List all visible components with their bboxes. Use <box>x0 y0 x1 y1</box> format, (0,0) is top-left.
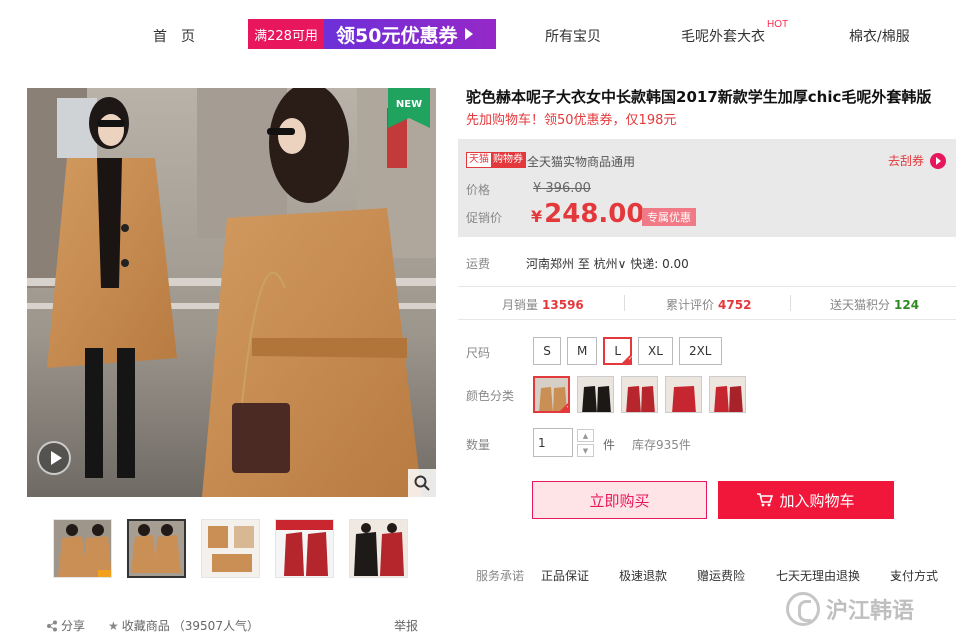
size-option-xl[interactable]: XL <box>638 337 673 365</box>
tmall-voucher-tag: 天猫 购物券 <box>466 152 526 168</box>
product-subtitle: 先加购物车！领50优惠券，仅198元 <box>466 113 677 128</box>
quantity-label: 数量 <box>466 438 491 452</box>
promo-price-value: 248.00 <box>544 199 645 229</box>
add-to-cart-label: 加入购物车 <box>779 491 855 510</box>
stats-row: 月销量 13596 累计评价 4752 送天猫积分 124 <box>458 286 956 320</box>
top-navigation: 首页 满228可用 领50元优惠券 所有宝贝 毛呢外套大衣 HOT 棉衣/棉服 <box>0 0 966 68</box>
cart-icon <box>757 493 774 507</box>
coupon-offer-label: 领50元优惠券 <box>324 19 496 49</box>
divider <box>790 295 791 311</box>
color-option-wine[interactable] <box>665 376 702 413</box>
chevron-down-icon: ⌄ <box>890 567 901 581</box>
size-option-l-label: L <box>614 344 622 358</box>
promise-shipping-insurance[interactable]: 赠运费险 <box>697 567 745 584</box>
quantity-increase-button[interactable]: ▲ <box>577 429 594 442</box>
original-price: ¥ 396.00 <box>533 181 591 196</box>
color-options <box>533 376 746 413</box>
thumbnail-3[interactable] <box>201 519 260 578</box>
points-value: 124 <box>894 298 920 312</box>
selected-check-icon <box>559 402 568 411</box>
new-badge-text: NEW <box>396 99 422 110</box>
favorite-label: 收藏商品 <box>121 619 170 633</box>
divider <box>624 295 625 311</box>
product-photo <box>27 88 436 497</box>
monthly-sales-value: 13596 <box>542 298 584 312</box>
thumbnail-strip <box>53 519 408 578</box>
size-label: 尺码 <box>466 346 491 360</box>
thumbnail-4[interactable] <box>275 519 334 578</box>
main-product-image[interactable]: NEW <box>27 88 436 497</box>
shipping-label: 运费 <box>466 257 491 271</box>
price-box: 天猫 购物券 全天猫实物商品通用 去刮券 价格 ¥ 396.00 促销价 ¥24… <box>458 139 956 237</box>
report-link[interactable]: 举报 <box>394 617 418 634</box>
share-button[interactable]: 分享 <box>46 617 85 634</box>
play-arrow-icon <box>465 28 474 40</box>
arrow-right-icon <box>930 152 946 169</box>
size-option-l[interactable]: L <box>603 337 633 365</box>
color-option-camel[interactable] <box>533 376 570 413</box>
nav-home-link[interactable]: 首页 <box>153 26 209 46</box>
promise-label: 服务承诺 <box>476 569 525 583</box>
monthly-sales: 月销量 13596 <box>502 296 584 313</box>
favorite-button[interactable]: ★ 收藏商品 （39507人气） <box>108 617 259 634</box>
promise-authentic[interactable]: 正品保证 <box>541 567 589 584</box>
coupon-banner[interactable]: 满228可用 领50元优惠券 <box>248 19 496 49</box>
watermark-logo-icon <box>786 592 820 626</box>
coupon-offer-text: 领50元优惠券 <box>336 24 458 47</box>
grab-coupon-button[interactable]: 去刮券 <box>888 152 946 169</box>
nav-wool-coat-link[interactable]: 毛呢外套大衣 <box>681 26 765 46</box>
popularity-count: （39507人气） <box>172 619 259 633</box>
coupon-threshold-label: 满228可用 <box>248 19 324 49</box>
voucher-tag-label: 购物券 <box>491 153 525 167</box>
size-option-s[interactable]: S <box>533 337 561 365</box>
price-label: 价格 <box>466 183 491 197</box>
hot-badge: HOT <box>767 19 789 30</box>
promise-fast-refund[interactable]: 极速退款 <box>619 567 667 584</box>
share-icon <box>47 620 57 631</box>
color-option-black[interactable] <box>577 376 614 413</box>
thumbnail-5[interactable] <box>349 519 408 578</box>
reviews-label: 累计评价 <box>666 298 715 312</box>
size-option-2xl[interactable]: 2XL <box>678 337 722 365</box>
new-badge: NEW <box>388 88 430 128</box>
share-label: 分享 <box>61 619 86 633</box>
voucher-description: 全天猫实物商品通用 <box>527 155 636 169</box>
color-label: 颜色分类 <box>466 389 515 403</box>
tmall-points: 送天猫积分 124 <box>830 296 919 313</box>
size-option-m[interactable]: M <box>567 337 598 365</box>
shipping-value[interactable]: 河南郑州 至 杭州∨ 快递: 0.00 <box>526 255 689 272</box>
total-reviews[interactable]: 累计评价 4752 <box>666 296 751 313</box>
currency-symbol: ¥ <box>531 207 543 226</box>
points-label: 送天猫积分 <box>830 298 891 312</box>
thumbnail-1[interactable] <box>53 519 112 578</box>
buy-now-button[interactable]: 立即购买 <box>532 481 707 519</box>
quantity-decrease-button[interactable]: ▼ <box>577 444 594 457</box>
play-video-button[interactable] <box>37 441 71 475</box>
quantity-unit: 件 <box>603 438 616 452</box>
star-icon: ★ <box>108 618 119 633</box>
magnifier-icon <box>414 475 430 491</box>
color-option-crimson[interactable] <box>709 376 746 413</box>
tmall-tag-label: 天猫 <box>467 153 491 167</box>
watermark-text: 沪江韩语 <box>826 599 915 624</box>
watermark: 沪江韩语 <box>786 592 914 626</box>
size-options: S M L XL 2XL <box>533 337 722 365</box>
quantity-input[interactable] <box>533 428 573 457</box>
monthly-sales-label: 月销量 <box>502 298 539 312</box>
promo-price: ¥248.00 <box>531 199 644 229</box>
nav-all-items-link[interactable]: 所有宝贝 <box>545 26 601 46</box>
add-to-cart-button[interactable]: 加入购物车 <box>718 481 894 519</box>
nav-cotton-link[interactable]: 棉衣/棉服 <box>849 26 910 46</box>
promise-seven-day-return[interactable]: 七天无理由退换 <box>776 567 860 584</box>
stock-count: 库存935件 <box>632 438 691 452</box>
selected-check-icon <box>621 354 633 364</box>
color-option-red[interactable] <box>621 376 658 413</box>
promo-price-label: 促销价 <box>466 211 503 225</box>
thumbnail-2[interactable] <box>127 519 186 578</box>
reviews-value: 4752 <box>718 298 752 312</box>
grab-coupon-label: 去刮券 <box>887 154 924 168</box>
zoom-button[interactable] <box>408 469 436 497</box>
promo-tag: 专属优惠 <box>642 208 696 226</box>
product-title: 驼色赫本呢子大衣女中长款韩国2017新款学生加厚chic毛呢外套韩版 <box>466 88 932 106</box>
